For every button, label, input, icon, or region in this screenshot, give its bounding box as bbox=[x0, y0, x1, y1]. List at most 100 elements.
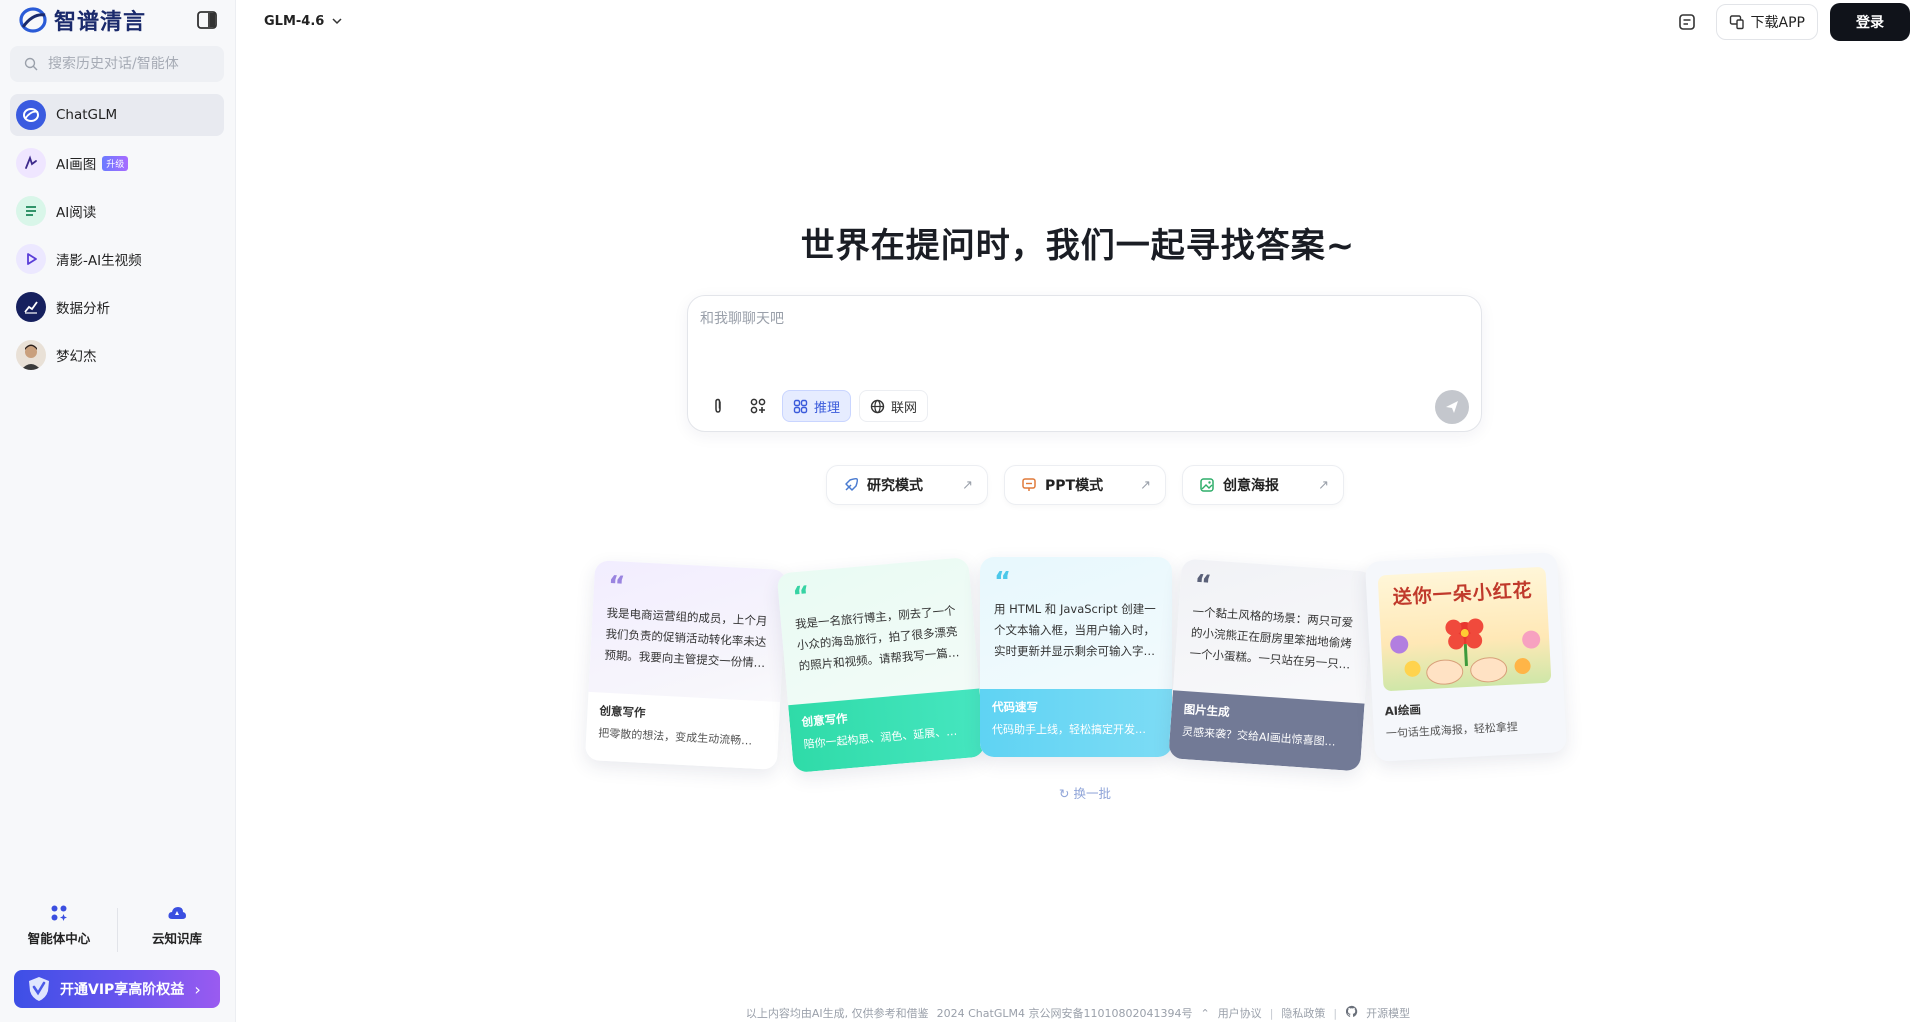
attach-button[interactable] bbox=[702, 390, 734, 422]
card-footer: 图片生成 灵感来袭？交给AI画出惊喜图… bbox=[1168, 690, 1365, 772]
history-search[interactable] bbox=[10, 46, 224, 82]
paperclip-icon bbox=[715, 398, 721, 413]
poster-icon bbox=[1200, 478, 1214, 492]
footer-disclaimer: 以上内容均由AI生成, 仅供参考和借鉴 bbox=[745, 1007, 929, 1020]
notes-icon[interactable] bbox=[1670, 5, 1704, 39]
sidebar-nav: ChatGLM AI画图 升级 AI阅读 清影-AI生视频 数据分析 梦幻杰 bbox=[10, 94, 224, 382]
poster-image: 送你一朵小红花 bbox=[1377, 566, 1552, 692]
sidebar-toggle-icon[interactable] bbox=[196, 10, 218, 30]
research-icon bbox=[845, 477, 859, 491]
mode-label: 研究模式 bbox=[867, 478, 923, 494]
cloud-kb-label: 云知识库 bbox=[151, 931, 202, 946]
privacy-policy-link[interactable]: 隐私政策 bbox=[1281, 1005, 1325, 1021]
model-name: GLM-4.6 bbox=[264, 13, 325, 29]
vip-shield-icon bbox=[29, 977, 49, 1001]
arrow-up-right-icon: ↗ bbox=[1318, 477, 1329, 493]
ai-paint-icon bbox=[16, 148, 46, 178]
card-footer: 创意写作 把零散的想法，变成生动流畅… bbox=[584, 691, 781, 770]
composer-tools: 推理 联网 bbox=[702, 390, 929, 422]
chat-composer: 推理 联网 bbox=[687, 295, 1482, 432]
quote-icon: “ bbox=[994, 567, 1012, 597]
card-desc: 灵感来袭？交给AI画出惊喜图… bbox=[1181, 724, 1337, 749]
brand[interactable]: 智谱清言 bbox=[18, 4, 146, 36]
card-text: 我是电商运营组的成员，上个月我们负责的促销活动转化率未达预期。我要向主管提交一份… bbox=[604, 605, 768, 671]
research-mode-button[interactable]: 研究模式 ↗ bbox=[826, 465, 988, 505]
ppt-mode-button[interactable]: PPT模式 ↗ bbox=[1004, 465, 1166, 505]
sidebar-bottom-tools: 智能体中心 云知识库 bbox=[0, 898, 236, 960]
agents-center-button[interactable]: 智能体中心 bbox=[0, 898, 118, 960]
prompt-card[interactable]: “ 一个黏土风格的场景：两只可爱的小浣熊正在厨房里笨拙地偷烤一个小蛋糕。一只站在… bbox=[1168, 558, 1374, 772]
download-app-label: 下载APP bbox=[1750, 15, 1805, 31]
flower-illustration bbox=[1390, 618, 1541, 685]
footer-shield-icon: ⌃ bbox=[1200, 1006, 1210, 1020]
refresh-icon: ↻ bbox=[1059, 786, 1074, 801]
footer-icp: 2024 ChatGLM4 京公网安备11010802041394号 bbox=[936, 1007, 1193, 1020]
quote-icon: “ bbox=[607, 570, 626, 602]
refresh-cards-button[interactable]: ↻ 换一批 bbox=[590, 783, 1580, 802]
open-source-link[interactable]: 开源模型 bbox=[1366, 1005, 1410, 1021]
web-search-label: 联网 bbox=[891, 400, 918, 416]
card-desc: 一句话生成海报，轻松拿捏 bbox=[1385, 720, 1519, 741]
reasoning-label: 推理 bbox=[814, 400, 841, 416]
sidebar-item-ai-paint[interactable]: AI画图 升级 bbox=[10, 142, 224, 184]
chat-input[interactable] bbox=[700, 308, 1460, 368]
chevron-down-icon bbox=[332, 17, 342, 24]
divider: | bbox=[1269, 1006, 1274, 1020]
card-tag: 创意写作 bbox=[599, 703, 646, 720]
download-app-button[interactable]: 下载APP bbox=[1715, 4, 1818, 40]
card-footer: AI绘画 一句话生成海报，轻松拿捏 bbox=[1372, 682, 1567, 760]
chevron-right-icon: › bbox=[194, 979, 201, 999]
prompt-card[interactable]: “ 用 HTML 和 JavaScript 创建一个文本输入框，当用户输入时，实… bbox=[980, 557, 1172, 757]
divider: | bbox=[1333, 1006, 1338, 1020]
devices-icon bbox=[1729, 15, 1744, 30]
divider bbox=[117, 908, 118, 952]
send-button[interactable] bbox=[1435, 390, 1469, 424]
footer: 以上内容均由AI生成, 仅供参考和借鉴 2024 ChatGLM4 京公网安备1… bbox=[236, 1005, 1920, 1021]
card-tag: 代码速写 bbox=[992, 700, 1038, 714]
search-icon bbox=[24, 57, 38, 71]
sidebar-item-label: AI画图 bbox=[56, 157, 97, 173]
history-search-input[interactable] bbox=[48, 56, 208, 72]
card-body: “ 用 HTML 和 JavaScript 创建一个文本输入框，当用户输入时，实… bbox=[980, 557, 1172, 689]
upgrade-badge: 升级 bbox=[102, 155, 129, 171]
ai-read-icon bbox=[16, 196, 46, 226]
chatglm-icon bbox=[16, 100, 46, 130]
zhipu-logo-icon bbox=[19, 7, 47, 33]
sidebar-item-label: ChatGLM bbox=[56, 107, 118, 123]
prompt-card[interactable]: 送你一朵小红花 AI绘画 一句话生成海报，轻松拿捏 bbox=[1364, 552, 1568, 762]
card-tag: AI绘画 bbox=[1384, 702, 1422, 719]
sidebar-item-ai-read[interactable]: AI阅读 bbox=[10, 190, 224, 232]
cloud-kb-button[interactable]: 云知识库 bbox=[118, 898, 236, 960]
mode-pills: 研究模式 ↗ PPT模式 ↗ 创意海报 ↗ bbox=[826, 465, 1344, 505]
sidebar-item-chatglm[interactable]: ChatGLM bbox=[10, 94, 224, 136]
sidebar-item-user-agent[interactable]: 梦幻杰 bbox=[10, 334, 224, 376]
card-footer: 代码速写 代码助手上线，轻松搞定开发… bbox=[980, 689, 1172, 757]
sidebar-item-video[interactable]: 清影-AI生视频 bbox=[10, 238, 224, 280]
card-desc: 代码助手上线，轻松搞定开发… bbox=[992, 723, 1146, 736]
vip-label: 开通VIP享高阶权益 bbox=[60, 982, 185, 998]
user-agreement-link[interactable]: 用户协议 bbox=[1218, 1005, 1262, 1021]
sidebar-item-label: 数据分析 bbox=[56, 301, 110, 317]
web-search-toggle[interactable]: 联网 bbox=[859, 390, 929, 422]
login-button[interactable]: 登录 bbox=[1830, 3, 1910, 41]
cloud-kb-icon bbox=[168, 907, 186, 919]
reasoning-toggle[interactable]: 推理 bbox=[782, 390, 852, 422]
globe-icon bbox=[870, 399, 885, 413]
arrow-up-right-icon: ↗ bbox=[962, 477, 973, 493]
apps-button[interactable] bbox=[742, 390, 774, 422]
topbar-actions: 下载APP 登录 bbox=[1670, 3, 1910, 41]
sidebar-item-data-analysis[interactable]: 数据分析 bbox=[10, 286, 224, 328]
mode-label: 创意海报 bbox=[1223, 478, 1279, 494]
poster-mode-button[interactable]: 创意海报 ↗ bbox=[1182, 465, 1344, 505]
card-text: 我是一名旅行博主，刚去了一个小众的海岛旅行，拍了很多漂亮的照片和视频。请帮我写一… bbox=[794, 603, 960, 674]
arrow-up-right-icon: ↗ bbox=[1140, 477, 1151, 493]
sidebar-item-label: 清影-AI生视频 bbox=[56, 253, 142, 269]
vip-upgrade-button[interactable]: 开通VIP享高阶权益 › bbox=[14, 970, 220, 1008]
prompt-card[interactable]: “ 我是电商运营组的成员，上个月我们负责的促销活动转化率未达预期。我要向主管提交… bbox=[584, 560, 788, 770]
chart-icon bbox=[16, 292, 46, 322]
card-text: 用 HTML 和 JavaScript 创建一个文本输入框，当用户输入时，实时更… bbox=[994, 602, 1156, 658]
prompt-cards: “ 我是电商运营组的成员，上个月我们负责的促销活动转化率未达预期。我要向主管提交… bbox=[584, 552, 1580, 801]
sidebar: 智谱清言 ChatGLM AI画图 升级 bbox=[0, 0, 236, 1022]
model-selector[interactable]: GLM-4.6 bbox=[264, 10, 342, 32]
prompt-card[interactable]: “ 我是一名旅行博主，刚去了一个小众的海岛旅行，拍了很多漂亮的照片和视频。请帮我… bbox=[776, 557, 986, 773]
